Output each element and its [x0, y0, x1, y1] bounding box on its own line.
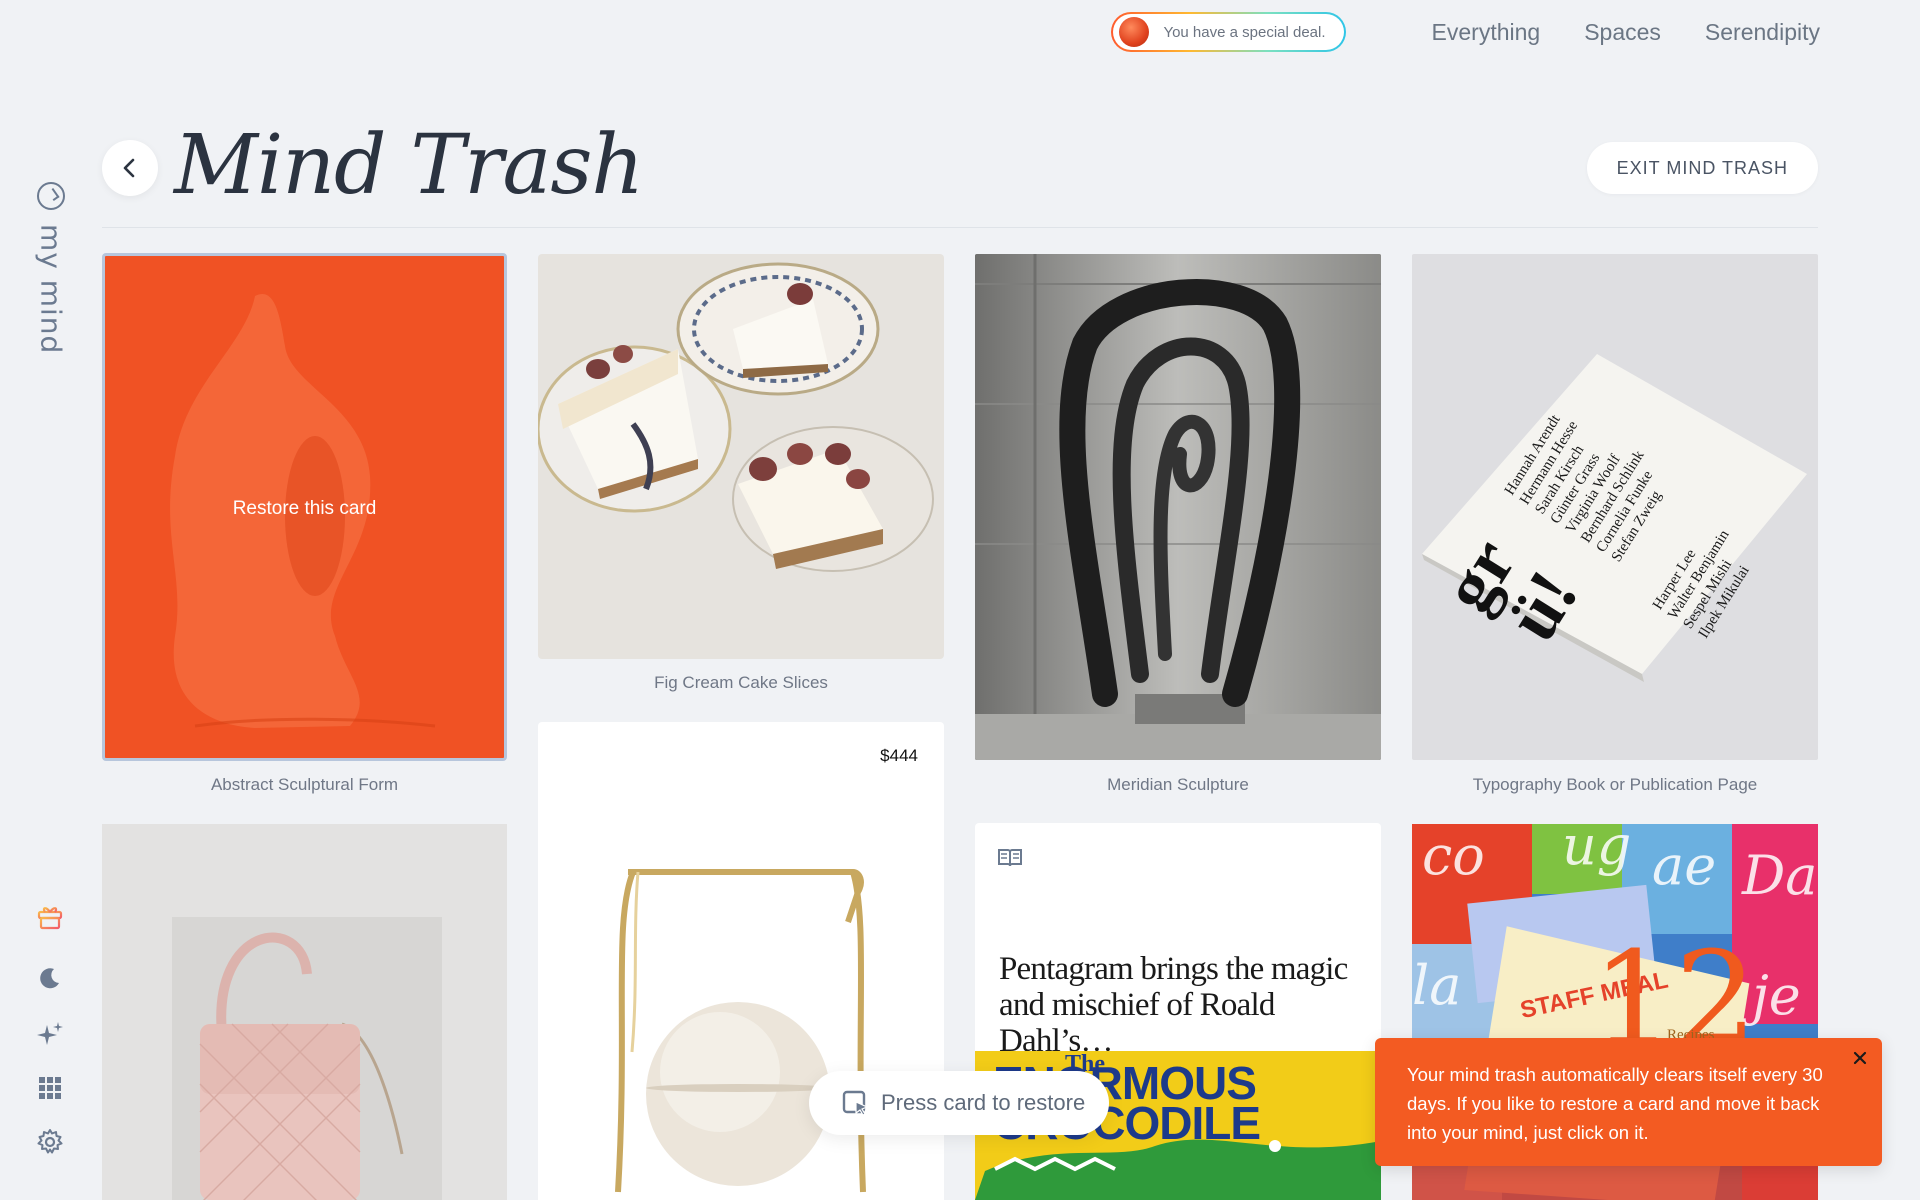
handbag-image	[172, 917, 442, 1200]
nav-everything[interactable]: Everything	[1432, 19, 1541, 46]
svg-text:ae: ae	[1652, 834, 1716, 897]
svg-text:co: co	[1422, 824, 1485, 887]
brand-text: my mind	[34, 224, 68, 355]
chevron-left-icon	[123, 158, 135, 178]
press-to-restore-hint: Press card to restore	[809, 1071, 1109, 1135]
svg-text:la: la	[1412, 954, 1461, 1017]
page-title: Mind Trash	[174, 118, 644, 213]
typography-book-image: Hannah Arendt Hermann Hesse Sarah Kirsch…	[1422, 354, 1807, 682]
app: You have a special deal. Everything Spac…	[0, 0, 1920, 1200]
article-icon	[998, 849, 1022, 867]
exit-mind-trash-button[interactable]: EXIT MIND TRASH	[1586, 142, 1818, 194]
restore-card-overlay[interactable]: Restore this card	[105, 498, 504, 520]
rail-icon-stack	[32, 898, 68, 1176]
left-rail: my mind	[0, 0, 100, 1200]
card-caption: Abstract Sculptural Form	[210, 775, 399, 794]
card-caption: Meridian Sculpture	[1107, 775, 1249, 794]
sparkle-icon[interactable]	[32, 1016, 68, 1052]
press-hint-text: Press card to restore	[881, 1090, 1086, 1115]
gift-icon[interactable]	[32, 898, 68, 934]
cursor-select-icon	[842, 1090, 869, 1116]
article-title: Pentagram brings the magic and mischief …	[999, 951, 1348, 1059]
svg-text:Da: Da	[1741, 844, 1818, 907]
card-fig-cream-cake[interactable]	[538, 254, 944, 659]
card-article-pentagram[interactable]: Pentagram brings the magic and mischief …	[975, 823, 1381, 1200]
gear-icon[interactable]	[32, 1124, 68, 1160]
brand-logo-icon	[37, 182, 65, 210]
grid-icon[interactable]	[32, 1070, 68, 1106]
card-pink-handbag[interactable]	[102, 824, 507, 1200]
back-button[interactable]	[102, 140, 158, 196]
svg-text:ug: ug	[1562, 824, 1631, 877]
card-typography-book[interactable]: Hannah Arendt Hermann Hesse Sarah Kirsch…	[1412, 254, 1818, 760]
deal-text: You have a special deal.	[1163, 23, 1326, 41]
deal-avatar	[1119, 17, 1150, 47]
card-caption: Typography Book or Publication Page	[1472, 775, 1758, 794]
moon-icon[interactable]	[32, 960, 68, 996]
card-caption: Fig Cream Cake Slices	[654, 673, 828, 692]
header-divider	[102, 227, 1818, 228]
toast-message: Your mind trash automatically clears its…	[1407, 1064, 1823, 1143]
brand[interactable]: my mind	[34, 182, 68, 355]
top-nav: You have a special deal. Everything Spac…	[1111, 12, 1820, 52]
card-abstract-sculptural-form[interactable]: Restore this card	[102, 253, 507, 761]
close-icon[interactable]	[1850, 1048, 1870, 1068]
nav-spaces[interactable]: Spaces	[1584, 19, 1661, 46]
card-meridian-sculpture[interactable]	[975, 254, 1381, 760]
special-deal-pill[interactable]: You have a special deal.	[1111, 12, 1345, 52]
nav-serendipity[interactable]: Serendipity	[1705, 19, 1820, 46]
trash-info-toast: Your mind trash automatically clears its…	[1375, 1038, 1882, 1166]
sculpture-image	[975, 254, 1381, 760]
fig-cake-image	[538, 262, 934, 572]
